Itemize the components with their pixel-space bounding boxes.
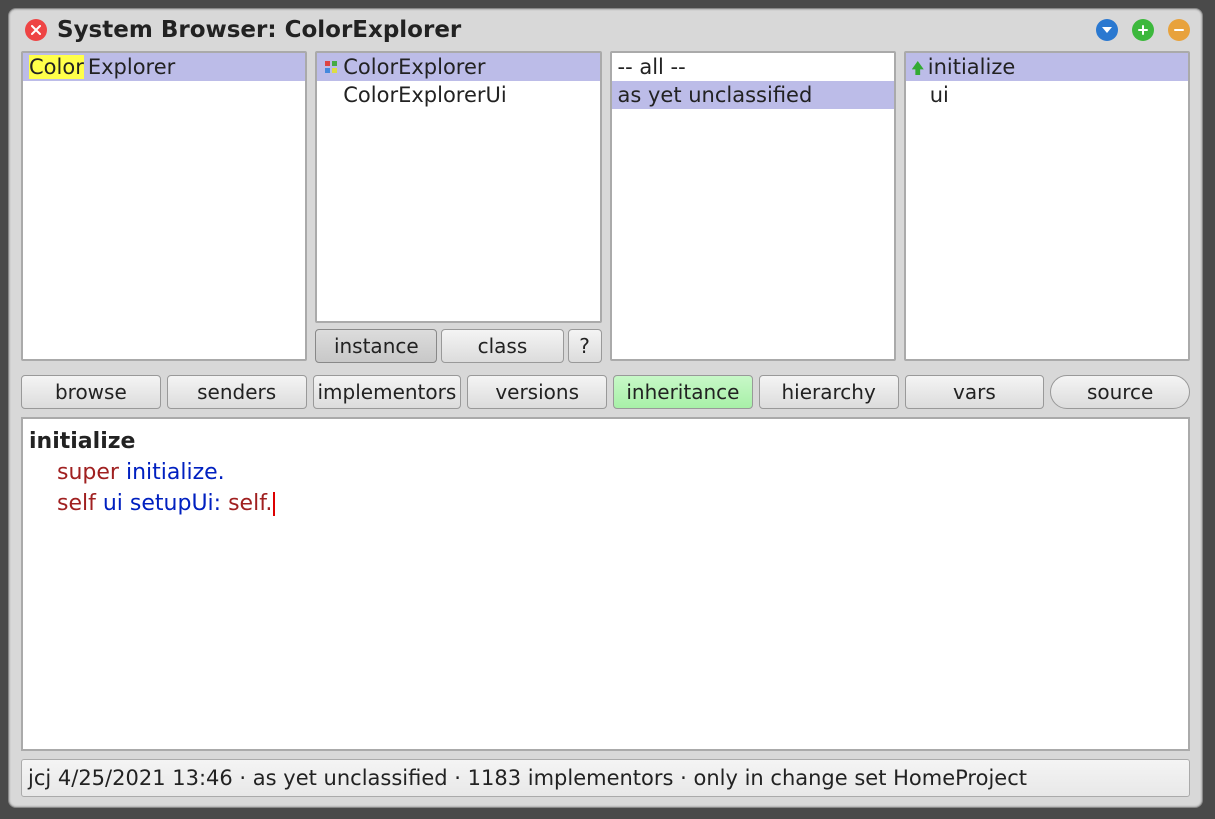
class-label: ColorExplorer bbox=[343, 55, 485, 79]
class-item[interactable]: ColorExplorer bbox=[317, 53, 599, 81]
status-bar: jcj 4/25/2021 13:46 · as yet unclassifie… bbox=[21, 759, 1190, 797]
class-label: ColorExplorerUi bbox=[343, 83, 506, 107]
titlebar: System Browser: ColorExplorer bbox=[9, 9, 1202, 51]
code-line: self ui setupUi: self. bbox=[57, 489, 1182, 520]
hierarchy-button[interactable]: hierarchy bbox=[759, 375, 899, 409]
category-label-rest: Explorer bbox=[88, 55, 175, 79]
code-keyword: ui bbox=[103, 491, 123, 516]
method-label: initialize bbox=[928, 55, 1016, 79]
class-pane[interactable]: ColorExplorer ColorExplorerUi bbox=[315, 51, 601, 323]
instance-button[interactable]: instance bbox=[315, 329, 437, 363]
expand-icon[interactable] bbox=[1096, 19, 1118, 41]
method-pane[interactable]: initialize ui bbox=[904, 51, 1190, 361]
method-item[interactable]: ui bbox=[906, 81, 1188, 109]
vars-button[interactable]: vars bbox=[905, 375, 1045, 409]
protocol-item[interactable]: -- all -- bbox=[612, 53, 894, 81]
class-button[interactable]: class bbox=[441, 329, 563, 363]
protocol-label: -- all -- bbox=[618, 55, 686, 79]
class-item[interactable]: ColorExplorerUi bbox=[317, 81, 599, 109]
browse-button[interactable]: browse bbox=[21, 375, 161, 409]
minimize-icon[interactable] bbox=[1168, 19, 1190, 41]
add-icon[interactable] bbox=[1132, 19, 1154, 41]
toolbar: browse senders implementors versions inh… bbox=[9, 363, 1202, 417]
inheritance-button[interactable]: inheritance bbox=[613, 375, 753, 409]
code-editor[interactable]: initialize super initialize. self ui set… bbox=[21, 417, 1190, 751]
source-button[interactable]: source bbox=[1050, 375, 1190, 409]
help-button[interactable]: ? bbox=[568, 329, 602, 363]
highlight-text: Color bbox=[29, 55, 84, 79]
close-icon[interactable] bbox=[25, 19, 47, 41]
text-caret bbox=[273, 492, 275, 516]
code-arg: self. bbox=[228, 491, 272, 516]
code-line: super initialize. bbox=[57, 458, 1182, 489]
class-icon bbox=[323, 59, 339, 75]
browser-window: System Browser: ColorExplorer ColorExplo… bbox=[8, 8, 1203, 808]
implementors-button[interactable]: implementors bbox=[313, 375, 462, 409]
window-title: System Browser: ColorExplorer bbox=[57, 17, 1082, 43]
override-up-icon bbox=[912, 61, 924, 75]
protocol-pane[interactable]: -- all -- as yet unclassified bbox=[610, 51, 896, 361]
code-receiver: self bbox=[57, 491, 96, 516]
browser-panes: ColorExplorer ColorExplorer ColorExplore… bbox=[9, 51, 1202, 363]
method-label: ui bbox=[930, 83, 949, 107]
code-keyword: setupUi: bbox=[130, 491, 221, 516]
protocol-item[interactable]: as yet unclassified bbox=[612, 81, 894, 109]
code-keyword: initialize. bbox=[126, 460, 225, 485]
class-side-buttons: instance class ? bbox=[315, 329, 601, 363]
versions-button[interactable]: versions bbox=[467, 375, 607, 409]
category-pane[interactable]: ColorExplorer bbox=[21, 51, 307, 361]
method-selector: initialize bbox=[29, 427, 1182, 458]
senders-button[interactable]: senders bbox=[167, 375, 307, 409]
method-item[interactable]: initialize bbox=[906, 53, 1188, 81]
protocol-label: as yet unclassified bbox=[618, 83, 813, 107]
code-receiver: super bbox=[57, 460, 119, 485]
category-item[interactable]: ColorExplorer bbox=[23, 53, 305, 81]
